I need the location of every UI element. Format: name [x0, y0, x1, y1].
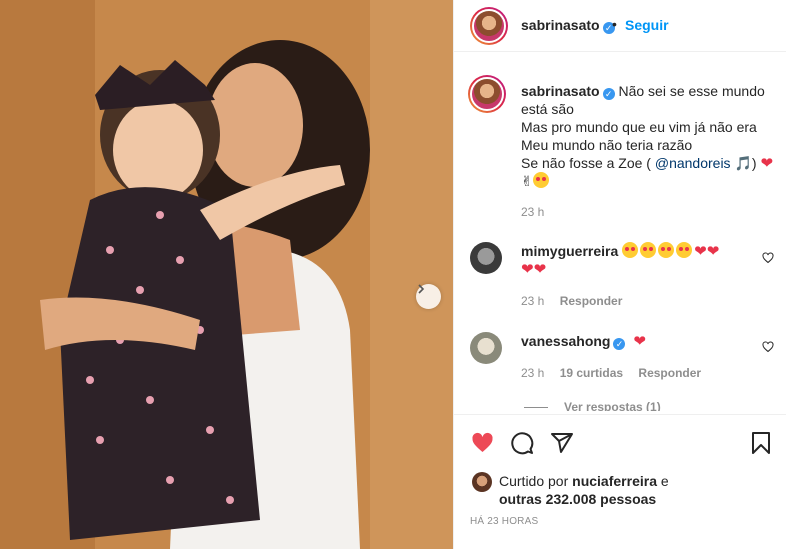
post-photo[interactable]	[0, 0, 453, 549]
replies-divider	[524, 407, 548, 408]
comment-2-like-icon[interactable]	[762, 341, 774, 353]
caption-line-2: está são	[521, 101, 574, 117]
caption-line-1: sabrinasato ✓ Não sei se esse mundo	[521, 82, 765, 100]
comment-2-time: 23 h	[521, 366, 545, 380]
caption-line-4: Meu mundo não teria razão	[521, 137, 693, 153]
comment-1-line-1: mimyguerreira ❤❤	[521, 242, 719, 261]
comments-list: sabrinasato ✓ Não sei se esse mundo está …	[454, 53, 786, 411]
hand-emoji: ✌	[521, 173, 533, 189]
heart-eyes-emoji	[640, 242, 657, 258]
comment-avatar[interactable]	[470, 242, 502, 274]
follow-button[interactable]: Seguir	[625, 17, 669, 33]
avatar[interactable]	[470, 7, 508, 45]
comment-1-username[interactable]: mimyguerreira	[521, 243, 618, 259]
separator-dot: •	[612, 16, 617, 32]
verified-icon: ✓	[602, 88, 615, 100]
likes-others[interactable]: outras 232.008 pessoas	[499, 491, 656, 507]
comment-2-line-1: vanessahong ✓ ❤	[521, 332, 646, 351]
header-username[interactable]: sabrinasato ✓	[521, 17, 615, 34]
post-header: sabrinasato ✓ • Seguir	[454, 0, 786, 52]
verified-icon: ✓	[613, 338, 626, 350]
action-bar	[454, 414, 786, 466]
comment-1-time: 23 h	[521, 294, 545, 308]
caption-line-3: Mas pro mundo que eu vim já não era	[521, 119, 757, 135]
heart-emoji: ❤	[533, 261, 547, 278]
likes-suffix: e	[660, 473, 669, 489]
liker-username[interactable]: nuciaferreira	[572, 473, 657, 489]
heart-emoji: ❤	[633, 333, 646, 350]
chevron-right-icon	[418, 284, 425, 294]
caption-text-1: Não sei se esse mundo	[618, 83, 765, 99]
caption-avatar[interactable]	[468, 75, 506, 113]
caption-time: 23 h	[521, 205, 545, 219]
comment-1-like-icon[interactable]	[762, 252, 774, 264]
comment-avatar[interactable]	[470, 332, 502, 364]
heart-eyes-emoji	[658, 242, 675, 258]
heart-emoji: ❤	[760, 155, 774, 172]
caption-username[interactable]: sabrinasato	[521, 83, 600, 99]
comment-2-username[interactable]: vanessahong	[521, 333, 610, 349]
mention-link[interactable]: @nandoreis	[655, 155, 731, 171]
caption-line-6: ✌	[521, 172, 551, 190]
caption-text-5: Se não fosse a Zoe (	[521, 155, 651, 171]
likes-prefix: Curtido por	[499, 473, 569, 489]
view-replies-button[interactable]: Ver respostas (1)	[564, 400, 661, 411]
bookmark-icon[interactable]	[750, 431, 772, 455]
likes-text: Curtido por nuciaferreira e outras 232.0…	[499, 472, 669, 508]
next-photo-button[interactable]	[416, 284, 441, 309]
likes-summary: Curtido por nuciaferreira e outras 232.0…	[454, 466, 786, 508]
comment-2-meta: 23 h 19 curtidas Responder	[521, 366, 701, 380]
comment-2-reply-button[interactable]: Responder	[638, 366, 701, 380]
heart-eyes-emoji	[676, 242, 693, 258]
comment-1-meta: 23 h Responder	[521, 294, 622, 308]
heart-emoji: ❤	[694, 243, 707, 260]
comment-1-line-2: ❤❤	[521, 260, 546, 279]
comment-1-reply-button[interactable]: Responder	[560, 294, 623, 308]
photo-illustration	[0, 0, 453, 549]
liker-avatar[interactable]	[472, 472, 492, 492]
heart-eyes-emoji	[622, 242, 639, 258]
comment-2-likes[interactable]: 19 curtidas	[560, 366, 623, 380]
header-username-text[interactable]: sabrinasato	[521, 17, 600, 33]
post-side-panel: sabrinasato ✓ • Seguir sabrinasato ✓ Não s…	[453, 0, 786, 549]
heart-emoji: ❤	[521, 261, 534, 278]
share-icon[interactable]	[550, 431, 574, 455]
comment-icon[interactable]	[510, 431, 534, 455]
heart-eyes-emoji	[532, 172, 549, 188]
post-timestamp[interactable]: HÁ 23 HORAS	[470, 516, 538, 527]
heart-emoji: ❤	[706, 243, 720, 260]
music-emoji: 🎵	[734, 155, 752, 171]
heart-icon[interactable]	[470, 431, 495, 455]
caption-line-5: Se não fosse a Zoe ( @nandoreis 🎵) ❤	[521, 155, 774, 172]
